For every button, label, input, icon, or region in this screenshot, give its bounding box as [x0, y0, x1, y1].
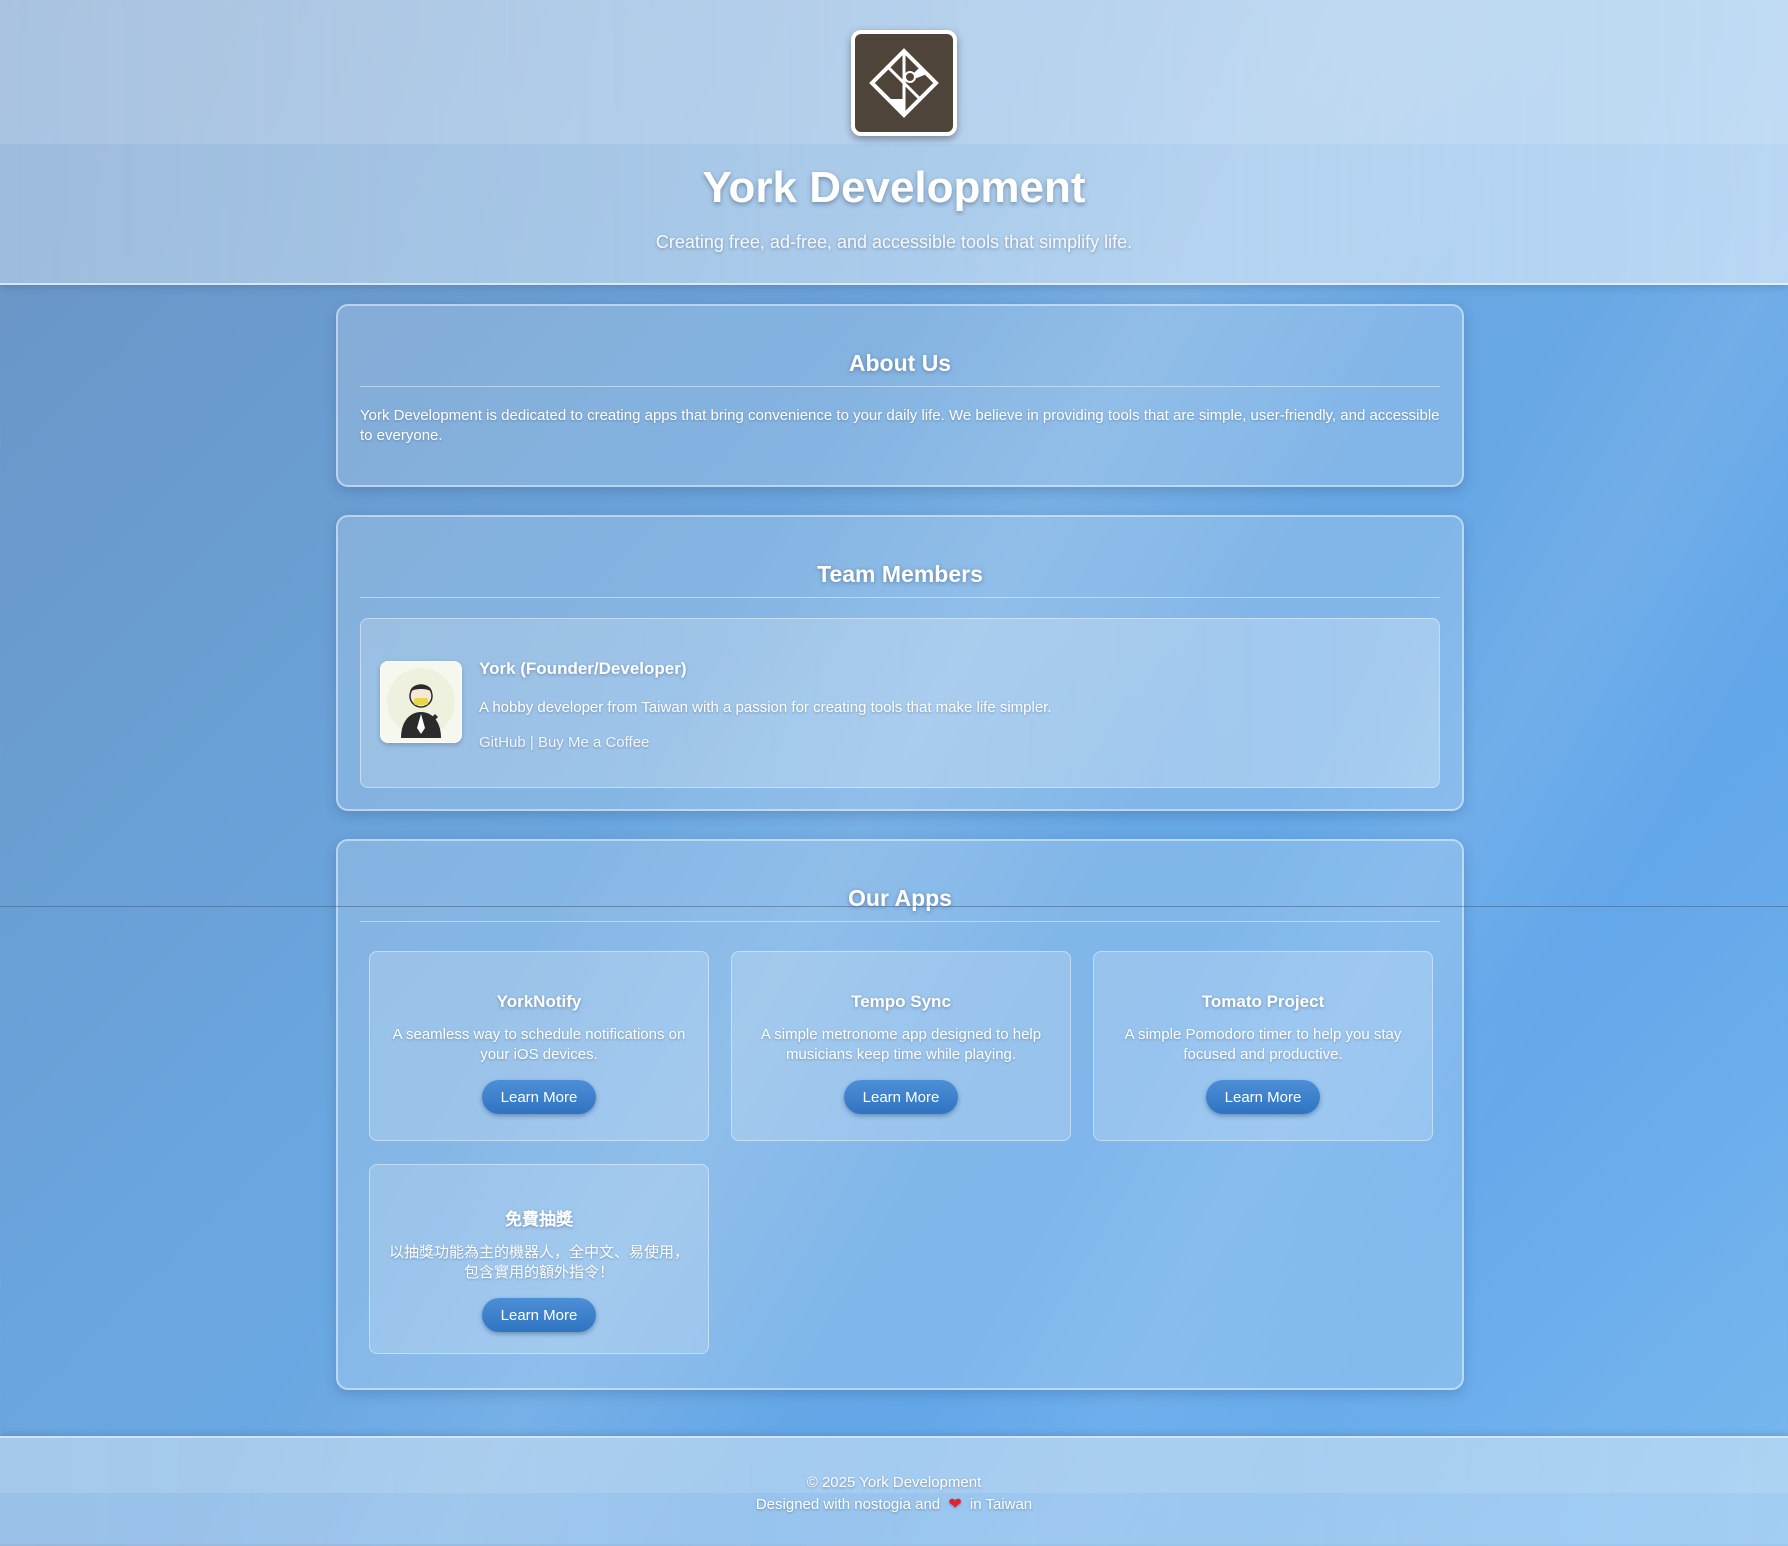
app-description: A seamless way to schedule notifications… [392, 1026, 686, 1063]
app-description: 以抽獎功能為主的機器人，全中文、易使用，包含實用的額外指令！ [388, 1244, 689, 1281]
diamond-logo-icon [869, 48, 939, 118]
github-link[interactable]: GitHub [479, 734, 526, 751]
team-section: Team Members York (Founder/Developer) A … [336, 515, 1464, 811]
app-name: Tomato Project [1201, 992, 1325, 1011]
team-heading: Team Members [817, 561, 983, 587]
footer-credit-before: Designed with nostogia and [755, 1496, 941, 1513]
section-divider [360, 597, 1440, 598]
app-card-yorknotify: YorkNotify A seamless way to schedule no… [369, 951, 709, 1141]
heart-icon: ❤ [948, 1496, 962, 1513]
section-divider [360, 921, 1440, 922]
app-name: YorkNotify [496, 992, 582, 1011]
site-footer: © 2025 York Development Designed with no… [0, 1436, 1788, 1546]
site-title: York Development [702, 163, 1086, 212]
learn-more-button-tempo-sync[interactable]: Learn More [844, 1080, 958, 1114]
member-avatar [380, 661, 462, 743]
buy-me-a-coffee-link[interactable]: Buy Me a Coffee [538, 734, 649, 751]
app-name: Tempo Sync [851, 992, 951, 1011]
footer-credit: Designed with nostogia and ❤ in Taiwan [0, 1494, 1788, 1514]
app-description: A simple Pomodoro timer to help you stay… [1124, 1026, 1402, 1063]
learn-more-button-tomato-project[interactable]: Learn More [1206, 1080, 1320, 1114]
app-card-tomato-project: Tomato Project A simple Pomodoro timer t… [1093, 951, 1433, 1141]
app-card-tempo-sync: Tempo Sync A simple metronome app design… [731, 951, 1071, 1141]
link-separator: | [529, 734, 534, 751]
about-heading: About Us [848, 350, 952, 376]
member-name: York (Founder/Developer) [479, 659, 687, 678]
member-links: GitHub | Buy Me a Coffee [479, 734, 649, 751]
apps-heading: Our Apps [848, 885, 952, 911]
site-tagline: Creating free, ad-free, and accessible t… [655, 232, 1133, 252]
site-logo[interactable] [851, 30, 957, 136]
learn-more-button-yorknotify[interactable]: Learn More [482, 1080, 596, 1114]
app-name: 免費抽獎 [505, 1210, 573, 1229]
person-avatar-icon [387, 668, 455, 738]
learn-more-button-free-lottery[interactable]: Learn More [482, 1298, 596, 1332]
apps-section: Our Apps YorkNotify A seamless way to sc… [336, 839, 1464, 1390]
about-text: York Development is dedicated to creatin… [360, 407, 1440, 444]
footer-credit-after: in Taiwan [969, 1496, 1033, 1513]
about-section: About Us York Development is dedicated t… [336, 304, 1464, 487]
app-description: A simple metronome app designed to help … [760, 1026, 1042, 1063]
site-header: York Development Creating free, ad-free,… [0, 0, 1788, 285]
team-member-card: York (Founder/Developer) A hobby develop… [360, 618, 1440, 788]
footer-copyright: © 2025 York Development [806, 1474, 982, 1491]
member-bio: A hobby developer from Taiwan with a pas… [479, 699, 1052, 716]
section-divider [360, 386, 1440, 387]
app-card-free-lottery: 免費抽獎 以抽獎功能為主的機器人，全中文、易使用，包含實用的額外指令！ Lear… [369, 1164, 709, 1354]
